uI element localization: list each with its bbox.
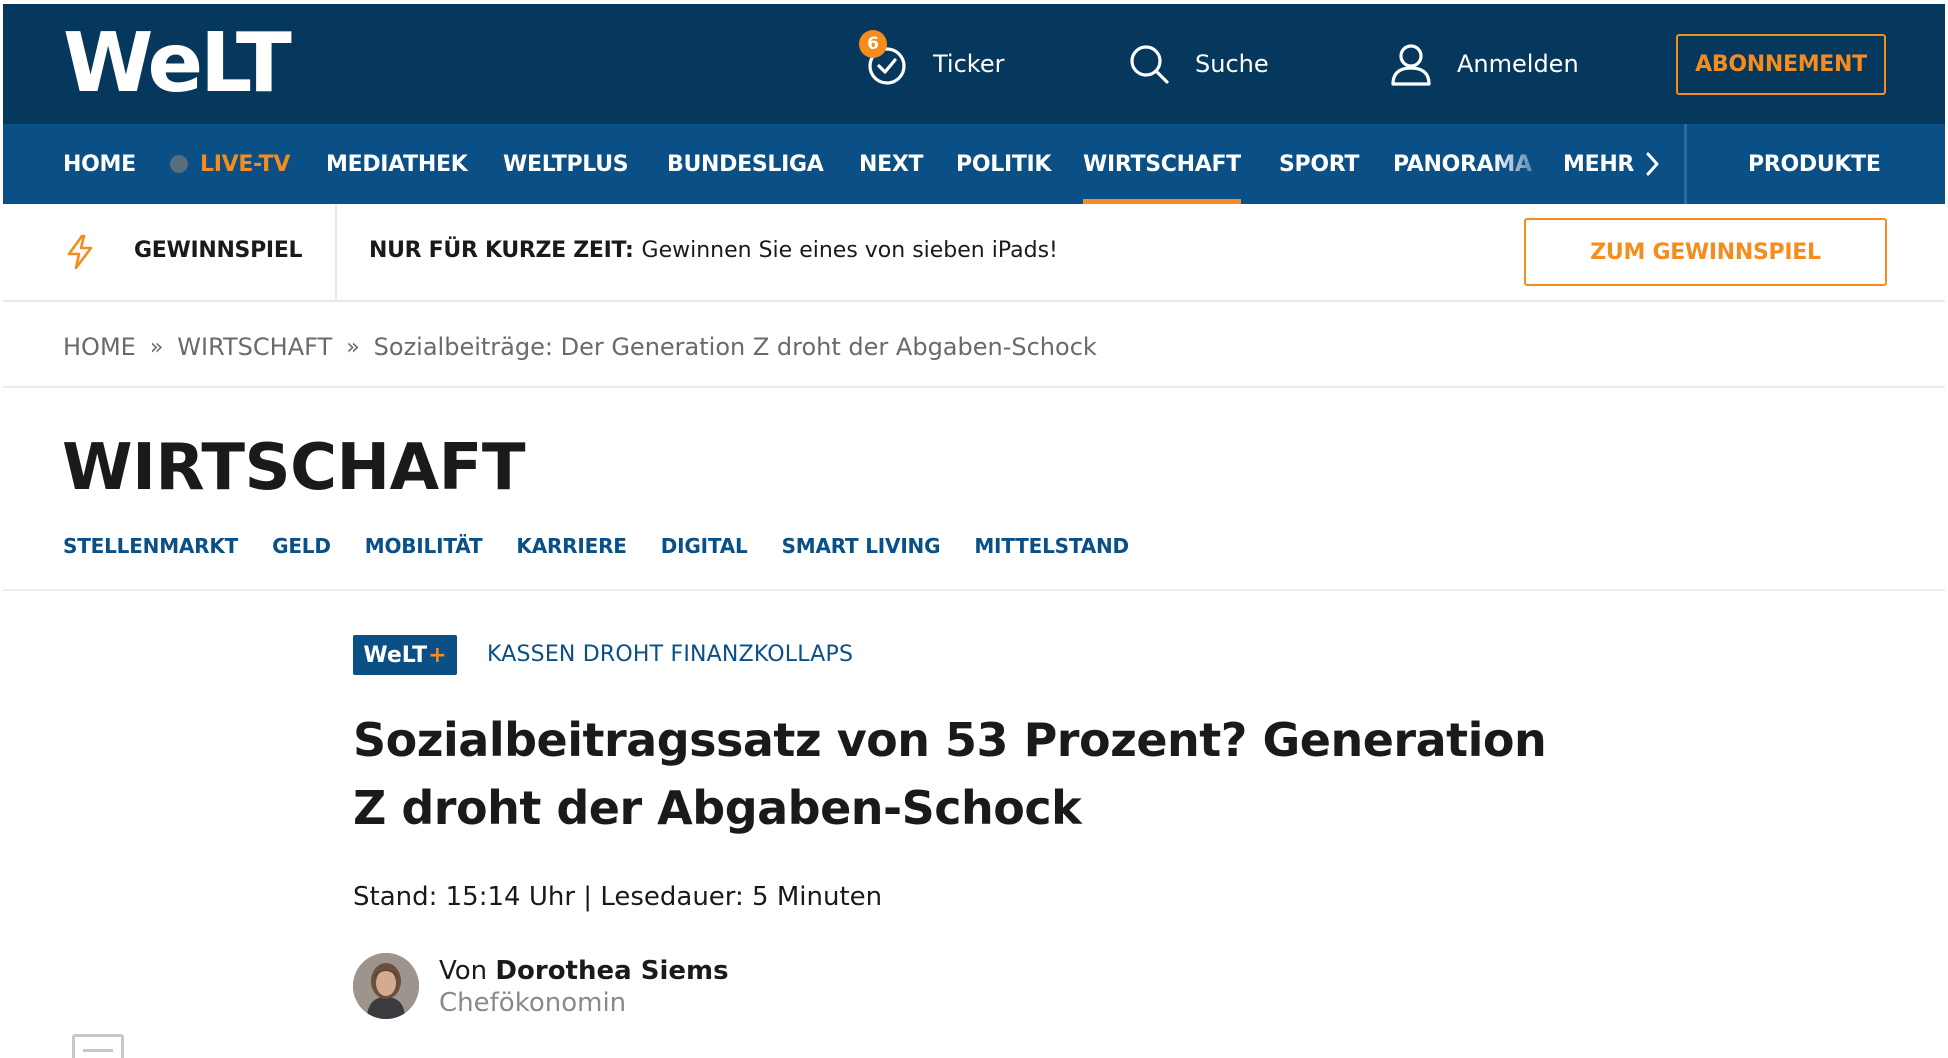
user-icon	[1391, 44, 1431, 86]
nav-item-mediathek[interactable]: MEDIATHEK	[326, 124, 468, 204]
subnav-item-karriere[interactable]: KARRIERE	[516, 534, 627, 558]
subnav-item-stellenmarkt[interactable]: STELLENMARKT	[63, 534, 238, 558]
welt-plus-badge-plus: +	[428, 642, 447, 668]
author-role: Chefökonomin	[439, 988, 627, 1018]
nav-products-button[interactable]: PRODUKTE	[1748, 124, 1881, 204]
ticker-count-badge: 6	[859, 30, 887, 58]
subnav-item-digital[interactable]: DIGITAL	[661, 534, 748, 558]
nav-item-home[interactable]: HOME	[63, 124, 136, 204]
subnav-item-mobilitaet[interactable]: MOBILITÄT	[365, 534, 483, 558]
nav-item-live-tv[interactable]: LIVE-TV	[170, 124, 290, 204]
nav-more-label: MEHR	[1563, 151, 1635, 177]
login-button[interactable]: Anmelden	[1389, 42, 1579, 86]
comment-icon[interactable]	[72, 1034, 124, 1058]
nav-divider	[1684, 124, 1687, 204]
search-label: Suche	[1195, 50, 1269, 78]
breadcrumb: HOME » WIRTSCHAFT » Sozialbeiträge: Der …	[63, 333, 1097, 361]
subnav-item-mittelstand[interactable]: MITTELSTAND	[974, 534, 1129, 558]
nav-item-sport[interactable]: SPORT	[1279, 124, 1359, 204]
promo-label: GEWINNSPIEL	[134, 238, 303, 263]
breadcrumb-separator: »	[149, 334, 164, 360]
subnav-item-geld[interactable]: GELD	[272, 534, 331, 558]
breadcrumb-home[interactable]: HOME	[63, 333, 136, 361]
search-button[interactable]: Suche	[1127, 42, 1269, 86]
article-meta: Stand: 15:14 Uhr | Lesedauer: 5 Minuten	[353, 882, 883, 912]
ticker-button[interactable]: 6 Ticker	[859, 30, 1005, 86]
author-avatar[interactable]	[353, 953, 419, 1019]
welt-plus-badge[interactable]: WeLT +	[353, 635, 457, 675]
nav-item-wirtschaft[interactable]: WIRTSCHAFT	[1083, 124, 1241, 204]
breadcrumb-separator: »	[346, 334, 360, 360]
breadcrumb-wirtschaft[interactable]: WIRTSCHAFT	[177, 333, 332, 361]
breadcrumb-current: Sozialbeiträge: Der Generation Z droht d…	[373, 333, 1097, 361]
search-icon	[1130, 45, 1169, 84]
byline-prefix: Von	[439, 956, 496, 986]
promo-text: NUR FÜR KURZE ZEIT: Gewinnen Sie eines vo…	[369, 238, 1058, 263]
promo-message: Gewinnen Sie eines von sieben iPads!	[641, 238, 1058, 263]
divider	[3, 386, 1945, 388]
login-label: Anmelden	[1457, 50, 1579, 78]
promo-cta-button[interactable]: ZUM GEWINNSPIEL	[1524, 218, 1887, 286]
page: WeLT 6 Ticker Suche Anmelden ABONNEMENT …	[0, 0, 1948, 1058]
ticker-icon: 6	[859, 30, 909, 86]
nav-item-weltplus[interactable]: WELTPLUS	[503, 124, 629, 204]
nav-item-next[interactable]: NEXT	[859, 124, 924, 204]
ticker-label: Ticker	[933, 50, 1005, 78]
live-indicator-icon	[170, 155, 188, 173]
nav-item-label: LIVE-TV	[200, 151, 291, 177]
article-kicker: KASSEN DROHT FINANZKOLLAPS	[487, 642, 854, 667]
nav-item-politik[interactable]: POLITIK	[956, 124, 1051, 204]
article-headline: Sozialbeitragssatz von 53 Prozent? Gener…	[353, 713, 1547, 835]
promo-lead: NUR FÜR KURZE ZEIT:	[369, 238, 634, 263]
author-portrait-icon	[353, 953, 419, 1019]
welt-logo[interactable]: WeLT	[63, 23, 292, 105]
divider	[3, 589, 1945, 591]
author-name[interactable]: Dorothea Siems	[495, 956, 728, 986]
subscribe-button[interactable]: ABONNEMENT	[1676, 34, 1886, 95]
welt-plus-badge-main: WeLT	[363, 642, 428, 668]
section-subnav: STELLENMARKT GELD MOBILITÄT KARRIERE DIG…	[63, 534, 1163, 558]
article-byline: Von Dorothea Siems	[439, 956, 729, 986]
promo-label-box: GEWINNSPIEL	[3, 204, 337, 300]
main-nav: HOME LIVE-TV MEDIATHEK WELTPLUS BUNDESLI…	[3, 124, 1945, 204]
nav-more-button[interactable]: MEHR	[1563, 124, 1662, 204]
nav-item-bundesliga[interactable]: BUNDESLIGA	[667, 124, 824, 204]
section-title: WIRTSCHAFT	[62, 431, 526, 505]
top-header: WeLT 6 Ticker Suche Anmelden ABONNEMENT	[3, 4, 1945, 124]
promo-bar: GEWINNSPIEL NUR FÜR KURZE ZEIT: Gewinnen …	[3, 204, 1945, 302]
nav-fade-overlay	[1493, 124, 1543, 204]
chevron-right-icon	[1646, 152, 1659, 176]
subnav-item-smart-living[interactable]: SMART LIVING	[782, 534, 941, 558]
lightning-icon	[67, 234, 93, 270]
